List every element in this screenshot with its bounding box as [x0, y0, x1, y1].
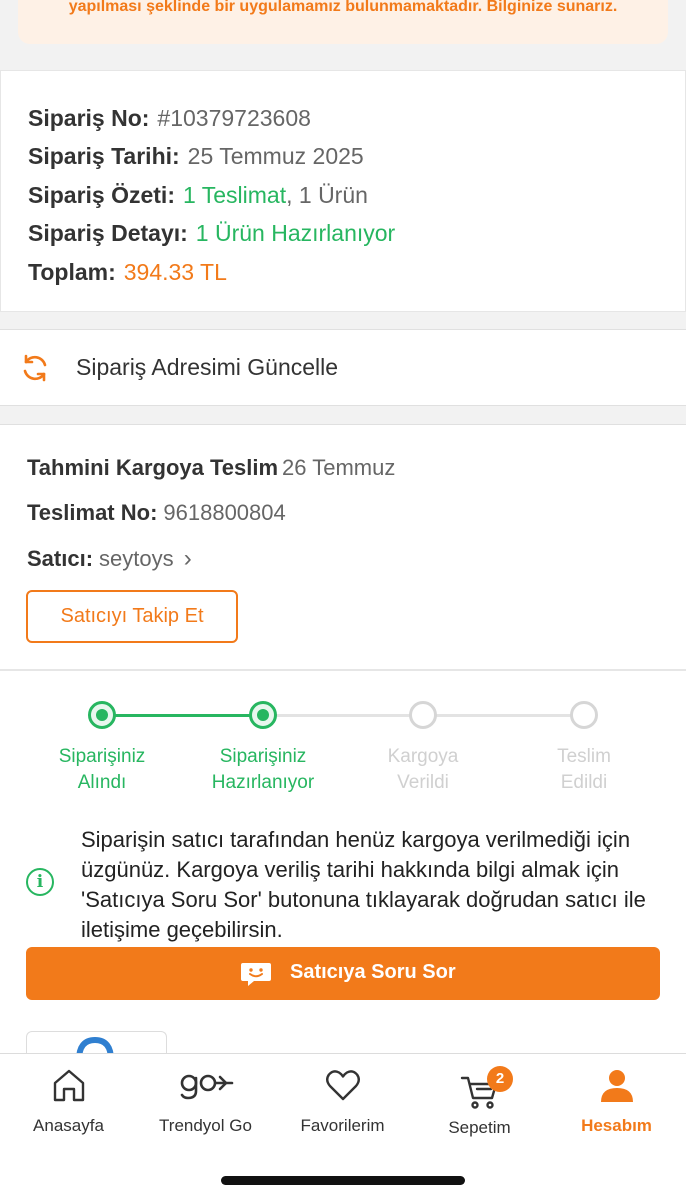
- tracker-step-shipped-line2: Verildi: [397, 772, 449, 793]
- order-number-row: Sipariş No: #10379723608: [28, 105, 311, 132]
- tracker-line-2: [276, 714, 411, 717]
- order-detail-value[interactable]: 1 Ürün Hazırlanıyor: [196, 220, 395, 246]
- tab-home[interactable]: Anasayfa: [0, 1066, 137, 1146]
- order-total-label: Toplam:: [28, 259, 116, 285]
- tracker-step-preparing-line2: Hazırlanıyor: [211, 772, 315, 793]
- tracker-dot-preparing: [249, 701, 277, 729]
- estimated-shipping-label: Tahmini Kargoya Teslim: [27, 455, 279, 480]
- tracker-step-preparing-line1: Siparişiniz: [219, 746, 307, 767]
- chevron-right-icon: ›: [183, 545, 192, 572]
- info-icon: i: [26, 868, 54, 896]
- order-total-row: Toplam: 394.33 TL: [28, 259, 227, 286]
- trendyol-go-icon: [180, 1074, 233, 1100]
- delivery-number-label: Teslimat No:: [27, 500, 158, 525]
- follow-seller-button[interactable]: Satıcıyı Takip Et: [26, 590, 238, 643]
- tab-cart-label: Sepetim: [448, 1118, 511, 1137]
- tab-cart[interactable]: 2 Sepetim: [411, 1066, 548, 1146]
- order-number-value: #10379723608: [157, 105, 311, 131]
- tab-home-label: Anasayfa: [33, 1116, 104, 1135]
- notice-text: yapılması şeklinde bir uygulamamız bulun…: [68, 0, 618, 15]
- ask-seller-label: Satıcıya Soru Sor: [290, 961, 456, 983]
- tracker-step-shipped: Kargoya Verildi: [343, 744, 503, 796]
- delivery-number-value: 9618800804: [163, 500, 286, 525]
- home-icon: [53, 1069, 84, 1102]
- tracker-line-3: [436, 714, 572, 717]
- seller-label: Satıcı:: [27, 546, 94, 571]
- chat-smile-icon: [241, 963, 271, 986]
- cart-badge: 2: [487, 1066, 513, 1092]
- tracker-step-delivered-line1: Teslim: [557, 746, 611, 767]
- tracker-step-received: Siparişiniz Alındı: [22, 744, 182, 796]
- tracker-step-received-line2: Alındı: [77, 772, 127, 793]
- tab-trendyol-go-label: Trendyol Go: [159, 1116, 252, 1135]
- shipping-delay-message: Siparişin satıcı tarafından henüz kargoy…: [81, 827, 646, 942]
- tracker-line-1: [115, 714, 251, 717]
- order-detail-row: Sipariş Detayı: 1 Ürün Hazırlanıyor: [28, 220, 395, 247]
- tracker-dot-delivered: [570, 701, 598, 729]
- ask-seller-button[interactable]: Satıcıya Soru Sor: [26, 947, 660, 1000]
- home-indicator: [221, 1176, 465, 1185]
- user-icon: [600, 1070, 633, 1102]
- order-date-label: Sipariş Tarihi:: [28, 143, 180, 169]
- tracker-step-shipped-line1: Kargoya: [387, 746, 459, 767]
- seller-row[interactable]: Satıcı: seytoys ›: [27, 545, 192, 573]
- tab-favorites-label: Favorilerim: [300, 1116, 385, 1135]
- tracker-step-delivered: Teslim Edildi: [504, 744, 664, 796]
- update-address-label: Sipariş Adresimi Güncelle: [76, 354, 339, 380]
- delivery-number-row: Teslimat No: 9618800804: [27, 500, 286, 526]
- order-total-value: 394.33 TL: [123, 259, 227, 285]
- tab-account-label: Hesabım: [581, 1116, 652, 1135]
- heart-icon: [325, 1070, 360, 1101]
- tab-account[interactable]: Hesabım: [548, 1066, 685, 1146]
- tab-trendyol-go[interactable]: Trendyol Go: [137, 1066, 274, 1146]
- order-date-value: 25 Temmuz 2025: [187, 143, 364, 169]
- order-date-row: Sipariş Tarihi: 25 Temmuz 2025: [28, 143, 364, 170]
- section-divider: [0, 669, 686, 671]
- update-address-row[interactable]: Sipariş Adresimi Güncelle: [0, 329, 686, 406]
- tracker-step-delivered-line2: Edildi: [560, 772, 608, 793]
- order-number-label: Sipariş No:: [28, 105, 150, 131]
- order-detail-label: Sipariş Detayı:: [28, 220, 188, 246]
- tracker-dot-received: [88, 701, 116, 729]
- tab-favorites[interactable]: Favorilerim: [274, 1066, 411, 1146]
- order-summary-delivery[interactable]: 1 Teslimat: [183, 182, 286, 208]
- estimated-shipping-value: 26 Temmuz: [282, 455, 396, 480]
- tracker-dot-shipped: [409, 701, 437, 729]
- tracker-step-preparing: Siparişiniz Hazırlanıyor: [183, 744, 343, 796]
- info-notice-banner: yapılması şeklinde bir uygulamamız bulun…: [18, 0, 668, 44]
- refresh-icon: [23, 354, 47, 382]
- estimated-shipping-row: Tahmini Kargoya Teslim 26 Temmuz: [27, 455, 395, 481]
- order-summary-items: 1 Ürün: [292, 182, 368, 208]
- order-summary-card: Sipariş No: #10379723608 Sipariş Tarihi: 2…: [0, 70, 686, 312]
- order-summary-label: Sipariş Özeti:: [28, 182, 175, 208]
- order-summary-row: Sipariş Özeti: 1 Teslimat, 1 Ürün: [28, 182, 368, 209]
- tracker-step-received-line1: Siparişiniz: [58, 746, 146, 767]
- seller-name-link[interactable]: seytoys: [99, 546, 174, 571]
